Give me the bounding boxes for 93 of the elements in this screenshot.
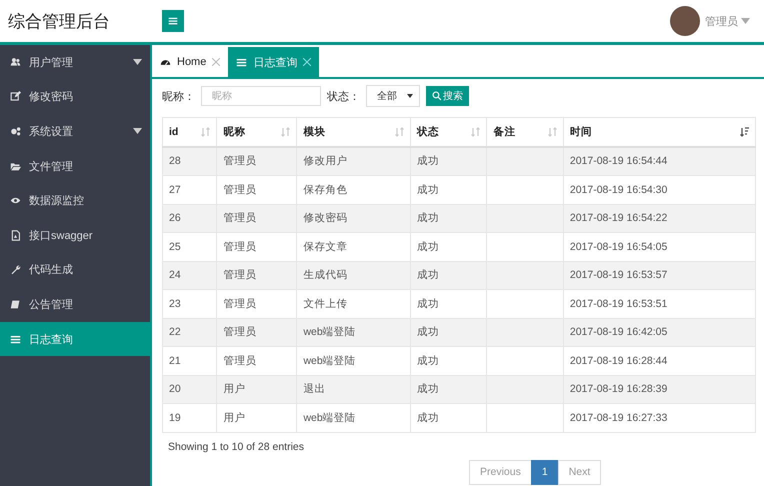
table-cell: 成功 <box>410 204 487 232</box>
table-cell: 28 <box>162 146 217 176</box>
table-cell: 22 <box>162 318 217 346</box>
document-icon <box>10 230 21 241</box>
sort-icon[interactable] <box>471 126 480 137</box>
table-cell: 2017-08-19 16:53:57 <box>563 261 756 290</box>
field-label: 状态： <box>327 90 360 104</box>
table-cell: 2017-08-19 16:54:22 <box>563 204 756 232</box>
table-cell: 管理员 <box>216 204 297 232</box>
wrench-icon <box>10 264 21 276</box>
close-icon[interactable] <box>212 58 220 66</box>
sidebar-item[interactable]: 代码生成 <box>0 252 150 288</box>
tab[interactable]: Home <box>152 47 228 77</box>
field-label: 昵称： <box>162 90 195 104</box>
sort-icon[interactable] <box>394 126 404 137</box>
table-cell: 用户 <box>216 404 297 432</box>
table-cell: 成功 <box>410 290 487 318</box>
sidebar-item[interactable]: 用户管理 <box>0 45 150 80</box>
search-button[interactable]: 搜索 <box>426 86 469 106</box>
caret-icon[interactable] <box>133 128 142 134</box>
sidebar-item[interactable]: 修改密码 <box>0 80 150 114</box>
edit-icon <box>10 91 21 102</box>
table-cell: 文件上传 <box>296 290 410 318</box>
close-icon[interactable] <box>303 58 312 66</box>
folder-icon <box>10 160 21 172</box>
sidebar-item[interactable]: 数据源监控 <box>0 183 150 218</box>
sort-icon[interactable] <box>201 126 210 137</box>
sort-icon[interactable] <box>548 126 557 137</box>
table-cell: 管理员 <box>216 232 297 261</box>
table-cell: 成功 <box>410 146 487 176</box>
table-cell: 保存角色 <box>296 176 410 204</box>
table-cell: 成功 <box>410 346 487 375</box>
table-cell: 19 <box>162 404 217 432</box>
table-cell: 修改密码 <box>296 204 410 232</box>
table-cell: 成功 <box>410 232 487 261</box>
table-cell: 管理员 <box>216 176 297 204</box>
table-info: Showing 1 to 10 of 28 entries <box>167 440 306 452</box>
table-cell: 管理员 <box>216 290 297 318</box>
sidebar-item[interactable]: 文件管理 <box>0 148 150 184</box>
table-cell: 成功 <box>410 261 487 290</box>
table-cell: 退出 <box>296 375 410 404</box>
table-cell: 管理员 <box>216 318 297 346</box>
table-cell: 成功 <box>410 176 487 204</box>
list-icon <box>10 334 21 345</box>
status-select[interactable]: 全部 <box>366 85 420 107</box>
table-cell: web端登陆 <box>296 404 410 432</box>
table-cell: 2017-08-19 16:54:44 <box>563 146 756 176</box>
sort-descending-icon[interactable] <box>740 126 749 137</box>
sidebar-item[interactable]: 系统设置 <box>0 114 150 149</box>
table-cell: 2017-08-19 16:54:30 <box>563 176 756 204</box>
caret-icon[interactable] <box>133 59 142 66</box>
sidebar-item[interactable]: 日志查询 <box>0 322 150 356</box>
sort-icon[interactable] <box>281 126 290 137</box>
table-cell: 管理员 <box>216 146 297 176</box>
menu-icon <box>168 16 178 26</box>
menu-button[interactable] <box>162 10 184 32</box>
table-cell: 2017-08-19 16:28:44 <box>563 346 756 375</box>
table-cell: 管理员 <box>216 346 297 375</box>
sidebar-item[interactable]: 接口swagger <box>0 218 150 253</box>
table-cell: 生成代码 <box>296 261 410 290</box>
nickname-input[interactable]: 昵称 <box>201 86 321 106</box>
table-cell: 21 <box>162 346 217 375</box>
table-cell: 2017-08-19 16:53:51 <box>563 290 756 318</box>
tab[interactable]: 日志查询 <box>228 47 320 77</box>
table-cell: 修改用户 <box>296 146 410 176</box>
page-button[interactable]: 1 <box>530 460 559 484</box>
user-avatar[interactable] <box>670 6 700 36</box>
caret-icon <box>407 93 413 99</box>
column-header[interactable]: id <box>162 118 217 146</box>
users-icon <box>10 56 21 68</box>
table-cell: web端登陆 <box>296 346 410 375</box>
table-cell: 27 <box>162 176 217 204</box>
table-cell: 成功 <box>410 375 487 404</box>
table-cell: 2017-08-19 16:42:05 <box>563 318 756 346</box>
table-cell: 24 <box>162 261 217 290</box>
user-name[interactable]: 管理员 <box>705 14 738 28</box>
table-cell: 23 <box>162 290 217 318</box>
table-cell: web端登陆 <box>296 318 410 346</box>
table-cell: 2017-08-19 16:27:33 <box>563 404 756 432</box>
table-cell: 成功 <box>410 404 487 432</box>
table-cell: 2017-08-19 16:54:05 <box>563 232 756 261</box>
table-cell: 用户 <box>216 375 297 404</box>
search-icon <box>432 91 442 101</box>
list-icon <box>236 56 248 68</box>
table-cell: 保存文章 <box>296 232 410 261</box>
app-title: 综合管理后台 <box>7 10 111 32</box>
table-cell: 2017-08-19 16:28:39 <box>563 375 756 404</box>
table-cell: 成功 <box>410 318 487 346</box>
sidebar-item[interactable]: 公告管理 <box>0 287 150 322</box>
table-cell: 26 <box>162 204 217 232</box>
table-cell: 20 <box>162 375 217 404</box>
table-cell: 25 <box>162 232 217 261</box>
table-cell: 管理员 <box>216 261 297 290</box>
